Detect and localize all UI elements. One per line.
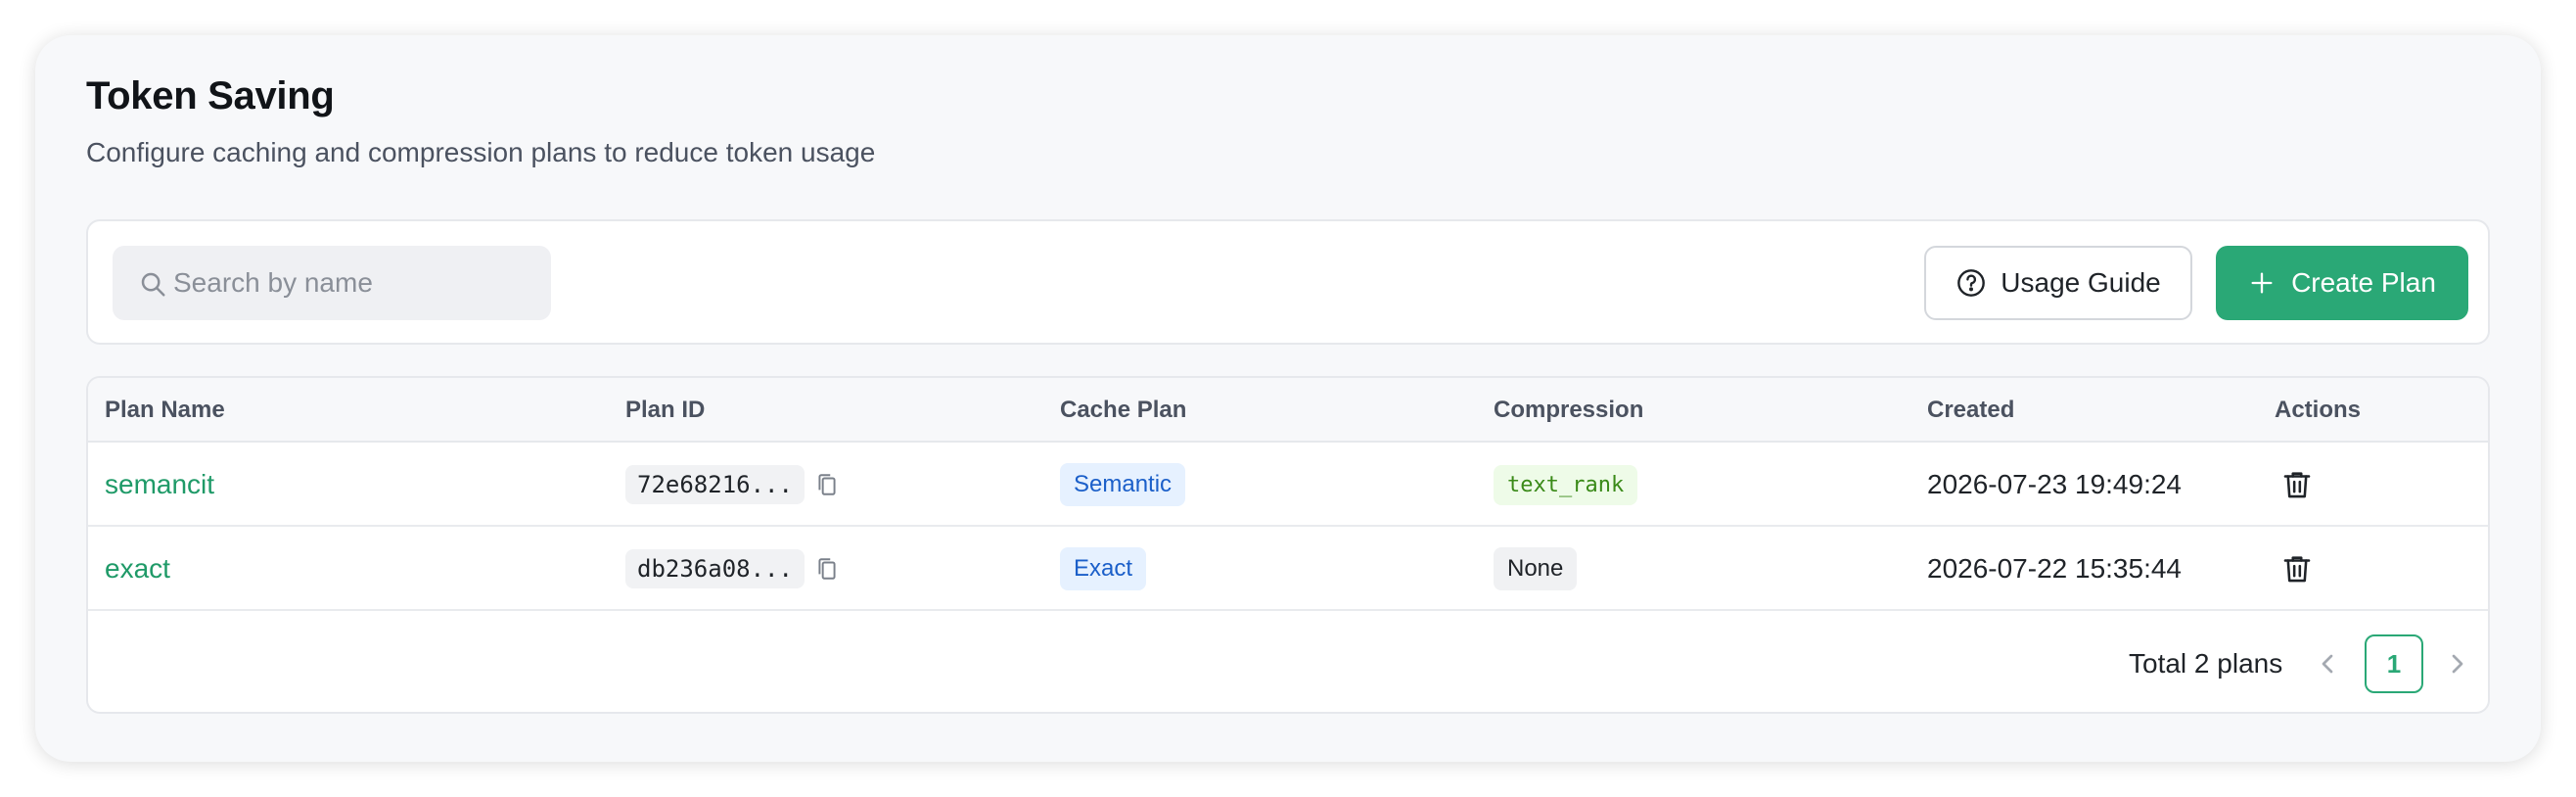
copy-icon[interactable] [814, 555, 840, 583]
table-row: semancit 72e68216... Semantic text_rank … [88, 443, 2488, 527]
created-timestamp: 2026-07-23 19:49:24 [1927, 469, 2182, 499]
plan-name-link[interactable]: semancit [105, 469, 214, 500]
search-icon [141, 272, 165, 297]
cache-plan-tag: Exact [1060, 547, 1147, 590]
plans-table: Plan Name Plan ID Cache Plan Compression… [86, 376, 2490, 714]
create-plan-label: Create Plan [2291, 267, 2436, 298]
column-header-plan-name: Plan Name [105, 397, 225, 423]
page-title: Token Saving [86, 74, 335, 117]
plus-icon [2251, 272, 2273, 294]
page-button-current[interactable]: 1 [2365, 634, 2423, 693]
column-header-created: Created [1927, 397, 2015, 423]
copy-icon[interactable] [814, 471, 840, 498]
compression-tag: None [1494, 547, 1578, 590]
usage-guide-button[interactable]: Usage Guide [1924, 246, 2192, 320]
toolbar: Usage Guide Create Plan [86, 219, 2490, 345]
search-box[interactable] [113, 246, 551, 320]
plan-id: db236a08... [625, 549, 805, 588]
search-input[interactable] [173, 246, 535, 320]
created-timestamp: 2026-07-22 15:35:44 [1927, 553, 2182, 584]
trash-icon[interactable] [2280, 467, 2314, 502]
column-header-plan-id: Plan ID [625, 397, 706, 423]
question-circle-icon [1957, 269, 1986, 297]
column-header-compression: Compression [1494, 397, 1644, 423]
usage-guide-label: Usage Guide [2001, 267, 2161, 298]
page-subtitle: Configure caching and compression plans … [86, 137, 876, 167]
column-header-cache-plan: Cache Plan [1060, 397, 1187, 423]
create-plan-button[interactable]: Create Plan [2216, 246, 2468, 320]
cache-plan-tag: Semantic [1060, 463, 1186, 506]
table-header: Plan Name Plan ID Cache Plan Compression… [88, 378, 2488, 443]
column-header-actions: Actions [2275, 397, 2362, 423]
total-count: Total 2 plans [2129, 648, 2283, 679]
chevron-left-icon[interactable] [2312, 648, 2343, 680]
compression-tag: text_rank [1494, 464, 1638, 505]
chevron-right-icon[interactable] [2442, 648, 2473, 680]
pagination: Total 2 plans 1 [88, 634, 2488, 693]
trash-icon[interactable] [2280, 551, 2314, 586]
plan-name-link[interactable]: exact [105, 553, 170, 585]
table-row: exact db236a08... Exact None 2026-07-22 … [88, 527, 2488, 611]
plan-id: 72e68216... [625, 465, 805, 504]
